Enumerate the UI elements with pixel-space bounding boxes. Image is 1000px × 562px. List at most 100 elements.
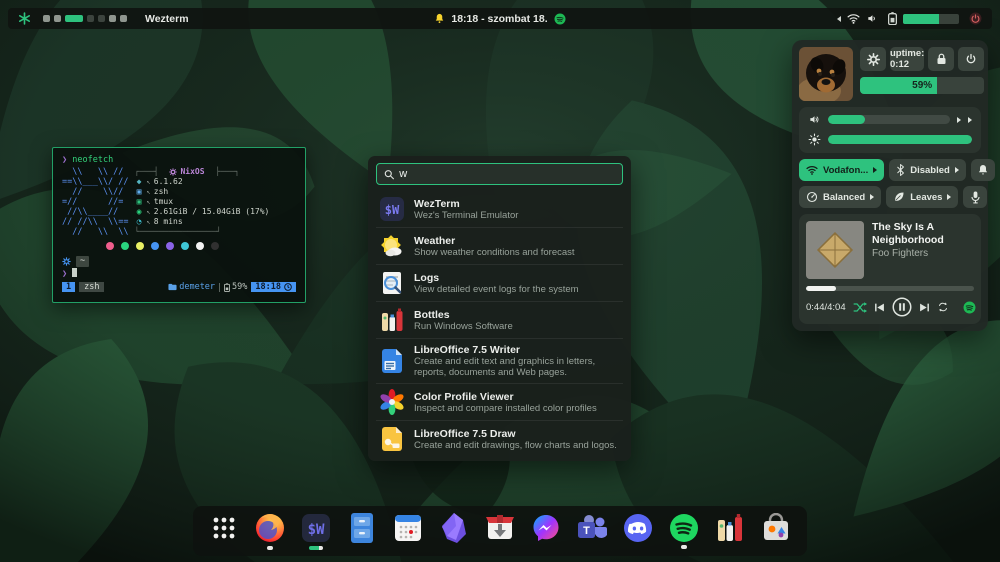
distro-name: NixOS (180, 167, 205, 176)
search-icon (384, 169, 394, 179)
workspace-indicator[interactable] (98, 15, 105, 22)
clock-label: 18:18 - szombat 18. (451, 12, 548, 25)
tmux-user: demeter (179, 282, 216, 292)
brightness-slider[interactable] (828, 135, 972, 144)
dock-app-grid[interactable] (207, 511, 241, 551)
volume-output-arrow[interactable] (957, 116, 961, 123)
dock-calendar[interactable] (391, 511, 425, 551)
theme-toggle[interactable]: Leaves (886, 186, 959, 208)
search-input[interactable] (399, 168, 615, 180)
terminal-window[interactable]: ❯ neofetch \\ \\ // ==\\___\\/ // // \\/… (52, 147, 306, 303)
tmux-status-bar: 1 zsh demeter 59% 18:18 (62, 282, 296, 292)
distro-logo-icon[interactable] (18, 12, 31, 25)
uptime-label: uptime: 0:12 (890, 47, 925, 71)
bottles-icon (718, 514, 742, 541)
palette-dot (211, 242, 219, 250)
brightness-icon (808, 133, 821, 146)
dock-discord[interactable] (621, 511, 655, 551)
previous-button[interactable] (874, 302, 885, 313)
spotify-icon (670, 514, 698, 542)
repeat-button[interactable] (937, 301, 949, 313)
shell-icon: ▣ (136, 187, 142, 196)
dock-teams[interactable]: T (575, 511, 609, 551)
box-bottom: └────────────────┘ (134, 227, 222, 236)
workspace-indicator[interactable] (87, 15, 94, 22)
power-profile-toggle[interactable]: Balanced (799, 186, 882, 208)
quick-toggles: Vodafon... Disabled Balanced Leaves (799, 159, 995, 208)
cwd-chip: ~ (76, 256, 90, 267)
lock-icon (937, 53, 946, 64)
search-field[interactable] (376, 163, 623, 185)
tmux-clock-chip: 18:18 (251, 282, 296, 292)
lock-button[interactable] (928, 47, 955, 71)
bluetooth-icon (897, 164, 905, 176)
dock-bottles[interactable] (713, 511, 747, 551)
result-libreoffice-draw[interactable]: LibreOffice 7.5 Draw Create and edit draw… (376, 420, 623, 457)
workspace-indicator[interactable] (120, 15, 127, 22)
pause-button[interactable] (892, 297, 912, 317)
volume-slider-icon (810, 116, 819, 123)
dock-spotify[interactable] (667, 511, 701, 551)
volume-tray-icon[interactable] (866, 13, 878, 24)
memory-icon: ◉ (136, 207, 142, 216)
control-center: uptime: 0:12 59% Vodafon... Disabled Bal… (792, 40, 995, 331)
volume-slider[interactable] (828, 115, 950, 124)
volume-app-arrow[interactable] (968, 116, 972, 123)
result-color-profile-viewer[interactable]: Color Profile Viewer Inspect and compare … (376, 383, 623, 420)
power-tray-icon[interactable] (969, 12, 982, 25)
tmux-window-name[interactable]: zsh (79, 282, 105, 292)
workspace-indicator[interactable] (109, 15, 116, 22)
svg-text:$W: $W (385, 203, 400, 217)
tmux-icon: ▣ (136, 197, 142, 206)
dock-wezterm[interactable]: $W (299, 511, 333, 551)
terminal-cursor (72, 268, 78, 277)
palette-dot (166, 242, 174, 250)
microphone-icon (971, 191, 980, 203)
notifications-toggle[interactable] (970, 159, 995, 181)
dock-files[interactable] (345, 511, 379, 551)
user-avatar[interactable] (799, 47, 853, 101)
wifi-tray-icon[interactable] (847, 13, 860, 24)
file-cabinet-icon (351, 513, 373, 543)
result-logs[interactable]: Logs View detailed event logs for the sys… (376, 264, 623, 301)
workspace-indicator[interactable] (54, 15, 61, 22)
dock-software-store[interactable] (759, 511, 793, 551)
result-bottles[interactable]: Bottles Run Windows Software (376, 301, 623, 338)
writer-icon (382, 349, 402, 373)
workspace-indicator[interactable] (65, 15, 83, 22)
tray-expander-icon[interactable] (837, 15, 842, 22)
dock-package-installer[interactable] (483, 511, 517, 551)
shell-prompt: ❯ (62, 155, 68, 165)
wifi-icon (806, 166, 818, 175)
dock-obsidian[interactable] (437, 511, 471, 551)
top-bar: Wezterm 18:18 - szombat 18. (8, 8, 992, 29)
microphone-toggle[interactable] (963, 186, 988, 208)
next-button[interactable] (919, 302, 930, 313)
workspace-indicator[interactable] (43, 15, 50, 22)
dock-firefox[interactable] (253, 511, 287, 551)
bell-icon (978, 165, 987, 175)
media-source-spotify-icon[interactable] (963, 301, 976, 314)
tmux-window-index[interactable]: 1 (62, 282, 76, 292)
shuffle-button[interactable] (853, 301, 867, 313)
track-progress-bar[interactable] (806, 286, 974, 291)
clock-area[interactable]: 18:18 - szombat 18. (434, 12, 566, 25)
bluetooth-toggle[interactable]: Disabled (889, 159, 966, 181)
result-weather[interactable]: Weather Show weather conditions and forec… (376, 227, 623, 264)
spotify-tray-icon[interactable] (554, 13, 566, 25)
settings-button[interactable] (860, 47, 886, 71)
result-wezterm[interactable]: $W WezTerm Wez's Terminal Emulator (376, 191, 623, 227)
dock-messenger[interactable] (529, 511, 563, 551)
workspace-switcher (43, 15, 127, 22)
logs-icon (383, 272, 402, 294)
uptime-value: 8 mins (153, 217, 183, 226)
svg-text:$W: $W (308, 522, 325, 538)
result-libreoffice-writer[interactable]: LibreOffice 7.5 Writer Create and edit te… (376, 338, 623, 383)
bottles-icon (382, 308, 403, 331)
wifi-toggle[interactable]: Vodafon... (799, 159, 885, 181)
power-button[interactable] (958, 47, 985, 71)
running-indicator (267, 546, 273, 550)
app-launcher: $W WezTermWez's Terminal Emulator Weathe… (368, 156, 631, 461)
shell-value: zsh (153, 187, 169, 196)
gear-icon (866, 52, 880, 66)
